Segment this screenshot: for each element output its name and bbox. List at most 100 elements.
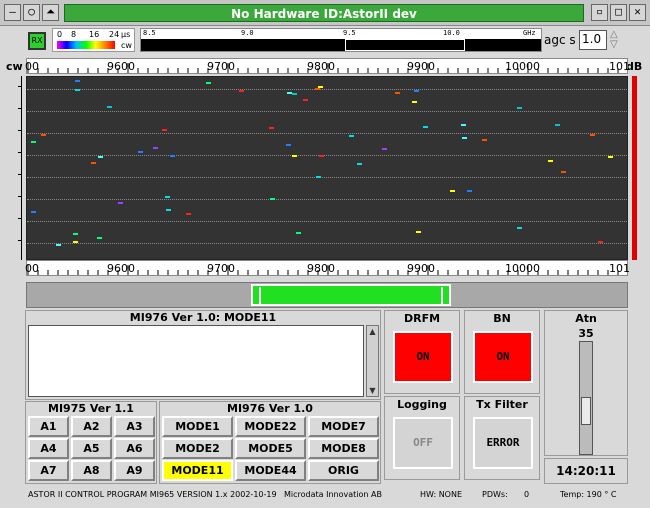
ruler-label: 9600 xyxy=(107,262,135,275)
waterfall-pulse xyxy=(118,202,123,204)
waterfall-pulse xyxy=(97,237,102,239)
tx-filter-title: Tx Filter xyxy=(476,398,528,411)
ghz-view-window[interactable] xyxy=(345,39,465,51)
waterfall-pulse xyxy=(31,211,36,213)
mi975-button-a2[interactable]: A2 xyxy=(71,416,112,437)
atn-slider[interactable] xyxy=(579,341,593,455)
title-bar: — ○ ⏶ No Hardware ID:AstorII dev ▫ □ ✕ xyxy=(0,0,650,26)
window-maximize-button[interactable]: □ xyxy=(610,4,627,21)
ruler-label: 10000 xyxy=(505,60,540,73)
waterfall-gridline xyxy=(27,177,627,178)
ghz-overview[interactable]: 8.5 9.0 9.5 10.0 GHz xyxy=(140,28,542,52)
mi976-mode-button-orig[interactable]: ORIG xyxy=(308,460,379,481)
window-minimize-button[interactable]: ▫ xyxy=(591,4,608,21)
waterfall-pulse xyxy=(239,90,244,92)
logging-off-button[interactable]: OFF xyxy=(393,417,453,469)
frequency-scrollbar[interactable] xyxy=(26,282,628,308)
mi976-mode-button-mode8[interactable]: MODE8 xyxy=(308,438,379,459)
waterfall-gridline xyxy=(27,221,627,222)
waterfall-pulse xyxy=(287,92,292,94)
waterfall-pulse xyxy=(423,126,428,128)
agc-input[interactable]: 1.0 xyxy=(579,30,607,50)
agc-spinner[interactable]: △ ▽ xyxy=(610,30,618,50)
waterfall-gridline xyxy=(27,199,627,200)
waterfall-pulse xyxy=(548,160,553,162)
waterfall-pulse xyxy=(153,147,158,149)
waterfall-display[interactable] xyxy=(26,76,628,260)
mi975-button-a7[interactable]: A7 xyxy=(28,460,69,481)
window-close-button[interactable]: ✕ xyxy=(629,4,646,21)
window-shade-button[interactable]: ○ xyxy=(23,4,40,21)
mi976-mode-button-mode2[interactable]: MODE2 xyxy=(162,438,233,459)
ruler-label: 9700 xyxy=(207,262,235,275)
window-menu-button[interactable]: — xyxy=(4,4,21,21)
waterfall-pulse xyxy=(91,162,96,164)
pulse-width-scale: 0 8 16 24 µs cw xyxy=(52,28,135,52)
bn-on-button[interactable]: ON xyxy=(473,331,533,383)
mi975-button-a4[interactable]: A4 xyxy=(28,438,69,459)
frequency-ruler-bottom: 00 9600 9700 9800 9900 10000 101 xyxy=(25,260,630,276)
waterfall-pulse xyxy=(315,88,320,90)
ruler-label: 10000 xyxy=(505,262,540,275)
mi975-button-a8[interactable]: A8 xyxy=(71,460,112,481)
clock: 14:20:11 xyxy=(544,458,628,484)
ghz-tick: 10.0 xyxy=(443,29,460,37)
logging-title: Logging xyxy=(397,398,447,411)
waterfall-left-axis xyxy=(12,76,22,260)
scrollbar-thumb[interactable] xyxy=(251,284,451,306)
mi976-log-text[interactable] xyxy=(28,325,364,397)
ruler-label: 9800 xyxy=(307,262,335,275)
waterfall-pulse xyxy=(41,134,46,136)
waterfall-pulse xyxy=(319,155,324,157)
mi976-mode-button-mode1[interactable]: MODE1 xyxy=(162,416,233,437)
waterfall-pulse xyxy=(186,213,191,215)
waterfall-pulse xyxy=(590,134,595,136)
mi975-button-a6[interactable]: A6 xyxy=(114,438,155,459)
mi975-button-a5[interactable]: A5 xyxy=(71,438,112,459)
scroll-down-icon[interactable]: ▼ xyxy=(367,385,378,396)
waterfall-pulse xyxy=(162,129,167,131)
mi976-mode-button-mode11[interactable]: MODE11 xyxy=(162,460,233,481)
waterfall-pulse xyxy=(382,148,387,150)
waterfall-pulse xyxy=(517,107,522,109)
waterfall-pulse xyxy=(462,137,467,139)
mi976-mode-button-mode22[interactable]: MODE22 xyxy=(235,416,306,437)
mi976-log-scrollbar[interactable]: ▲ ▼ xyxy=(366,325,379,397)
waterfall-gridline xyxy=(27,155,627,156)
mi976-mode-button-mode5[interactable]: MODE5 xyxy=(235,438,306,459)
tx-filter-error-button[interactable]: ERROR xyxy=(473,417,533,469)
ruler-label: 9900 xyxy=(407,60,435,73)
waterfall-gridline xyxy=(27,89,627,90)
drfm-on-button[interactable]: ON xyxy=(393,331,453,383)
rx-toggle-button[interactable]: RX xyxy=(28,32,46,50)
waterfall-pulse xyxy=(31,141,36,143)
mi976-mode-title: MI976 Ver 1.0 xyxy=(227,402,313,415)
mi975-button-a3[interactable]: A3 xyxy=(114,416,155,437)
atn-slider-handle[interactable] xyxy=(581,397,591,425)
window-raise-button[interactable]: ⏶ xyxy=(42,4,59,21)
waterfall-pulse xyxy=(467,190,472,192)
waterfall-pulse xyxy=(269,127,274,129)
ruler-label: 00 xyxy=(25,60,39,73)
mi975-button-a9[interactable]: A9 xyxy=(114,460,155,481)
status-pdws-label: PDWs: xyxy=(482,490,508,499)
waterfall-pulse xyxy=(73,233,78,235)
status-hw: HW: NONE xyxy=(420,490,463,499)
waterfall-pulse xyxy=(75,80,80,82)
waterfall-pulse xyxy=(414,90,419,92)
waterfall-pulse xyxy=(75,89,80,91)
scroll-up-icon[interactable]: ▲ xyxy=(367,326,378,337)
pulse-scale-unit: µs xyxy=(121,30,131,39)
waterfall-gridline xyxy=(27,243,627,244)
ruler-label: 101 xyxy=(609,60,630,73)
waterfall-pulse xyxy=(357,163,362,165)
waterfall-pulse xyxy=(138,151,143,153)
spin-down-icon[interactable]: ▽ xyxy=(610,40,618,50)
waterfall-pulse xyxy=(292,93,297,95)
mi976-mode-panel: MI976 Ver 1.0 MODE1 MODE22 MODE7 MODE2 MODE5… xyxy=(159,401,381,484)
atn-value: 35 xyxy=(578,327,594,340)
mi976-mode-button-mode7[interactable]: MODE7 xyxy=(308,416,379,437)
db-level-bar xyxy=(632,76,637,260)
mi975-button-a1[interactable]: A1 xyxy=(28,416,69,437)
mi976-mode-button-mode44[interactable]: MODE44 xyxy=(235,460,306,481)
